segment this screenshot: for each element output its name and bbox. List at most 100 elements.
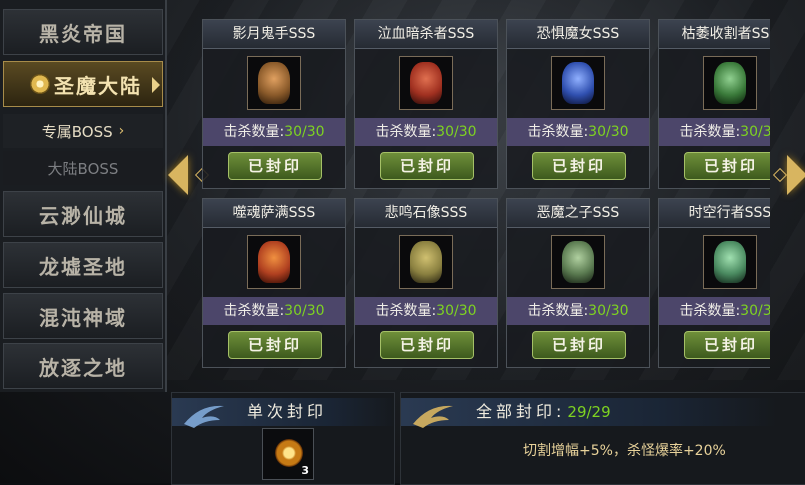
arrow-right-icon: [152, 77, 160, 93]
boss-portrait: [703, 56, 757, 110]
seal-bonus-text: 切割增幅+5%，杀怪爆率+20%: [523, 443, 726, 459]
kill-count-label: 击杀数量:: [679, 303, 741, 319]
sidebar-item-chaos-domain[interactable]: 混沌神域: [3, 293, 163, 339]
all-seal-panel: 全部封印: 29/29 切割增幅+5%，杀怪爆率+20%: [400, 392, 805, 485]
kill-count-label: 击杀数量:: [679, 124, 741, 140]
kill-count-value: 30/30: [588, 124, 629, 140]
boss-card[interactable]: 恐惧魔女SSS 击杀数量:30/30 已封印: [506, 19, 650, 189]
kill-count-value: 30/30: [740, 303, 770, 319]
kill-count-label: 击杀数量:: [527, 303, 589, 319]
kill-count-bar: 击杀数量:30/30: [659, 118, 770, 146]
kill-count-label: 击杀数量:: [223, 303, 285, 319]
subtab-label: 大陆BOSS: [47, 159, 119, 178]
kill-count-bar: 击杀数量:30/30: [203, 118, 345, 146]
boss-name: 恐惧魔女SSS: [507, 20, 649, 49]
swirl-emblem-icon: [184, 405, 224, 428]
kill-count-label: 击杀数量:: [375, 303, 437, 319]
boss-figure-icon: [714, 241, 746, 283]
boss-card[interactable]: 时空行者SSS 击杀数量:30/30 已封印: [658, 198, 770, 368]
seal-orb-icon: [275, 439, 303, 467]
single-seal-title: 单次封印: [172, 398, 397, 428]
kill-count-bar: 击杀数量:30/30: [203, 297, 345, 325]
kill-count-label: 击杀数量:: [527, 124, 589, 140]
sidebar-item-label: 圣魔大陆: [54, 73, 142, 98]
kill-count-value: 30/30: [740, 124, 770, 140]
boss-name: 枯萎收割者SSS: [659, 20, 770, 49]
sealed-button[interactable]: 已封印: [380, 152, 474, 180]
kill-count-value: 30/30: [284, 303, 325, 319]
boss-figure-icon: [714, 62, 746, 104]
item-quantity: 3: [301, 464, 309, 477]
boss-name: 噬魂萨满SSS: [203, 199, 345, 228]
kill-count-value: 30/30: [284, 124, 325, 140]
sealed-button[interactable]: 已封印: [228, 152, 322, 180]
chevron-right-icon: ›: [118, 123, 125, 139]
kill-count-bar: 击杀数量:30/30: [355, 297, 497, 325]
region-sidebar: 黑炎帝国 圣魔大陆 专属BOSS › 大陆BOSS 云渺仙城 龙墟圣地 混沌神域 …: [0, 0, 167, 392]
kill-count-label: 击杀数量:: [223, 124, 285, 140]
boss-card[interactable]: 恶魔之子SSS 击杀数量:30/30 已封印: [506, 198, 650, 368]
sidebar-item-shengmo-continent[interactable]: 圣魔大陆: [3, 61, 163, 107]
boss-card[interactable]: 影月鬼手SSS 击杀数量:30/30 已封印: [202, 19, 346, 189]
sealed-button[interactable]: 已封印: [532, 152, 626, 180]
single-seal-panel: 单次封印 3: [171, 392, 397, 485]
boss-figure-icon: [258, 62, 290, 104]
boss-portrait: [399, 56, 453, 110]
all-seal-title: 全部封印: 29/29: [401, 398, 776, 428]
sealed-button[interactable]: 已封印: [684, 152, 770, 180]
sidebar-item-yunmiao-city[interactable]: 云渺仙城: [3, 191, 163, 237]
sidebar-item-longxu-holyland[interactable]: 龙墟圣地: [3, 242, 163, 288]
kill-count-bar: 击杀数量:30/30: [355, 118, 497, 146]
boss-portrait: [247, 235, 301, 289]
kill-count-bar: 击杀数量:30/30: [507, 297, 649, 325]
subtab-continent-boss[interactable]: 大陆BOSS: [3, 151, 163, 185]
sidebar-item-label: 龙墟圣地: [39, 254, 127, 279]
boss-name: 悲鸣石像SSS: [355, 199, 497, 228]
boss-name: 泣血暗杀者SSS: [355, 20, 497, 49]
swirl-icon: [30, 74, 50, 94]
next-page-arrow-icon[interactable]: [787, 155, 805, 195]
boss-portrait: [551, 56, 605, 110]
boss-name: 影月鬼手SSS: [203, 20, 345, 49]
seal-item-slot[interactable]: 3: [262, 428, 314, 480]
sealed-button[interactable]: 已封印: [684, 331, 770, 359]
kill-count-label: 击杀数量:: [375, 124, 437, 140]
swirl-emblem-icon: [413, 405, 453, 428]
kill-count-value: 30/30: [588, 303, 629, 319]
boss-portrait: [551, 235, 605, 289]
boss-figure-icon: [562, 241, 594, 283]
boss-card[interactable]: 泣血暗杀者SSS 击杀数量:30/30 已封印: [354, 19, 498, 189]
sidebar-item-heiyan-empire[interactable]: 黑炎帝国: [3, 9, 163, 55]
boss-portrait: [247, 56, 301, 110]
sidebar-item-label: 放逐之地: [39, 355, 127, 380]
panel-title-text: 全部封印:: [476, 402, 566, 421]
panel-title-text: 单次封印: [247, 402, 328, 421]
boss-name: 恶魔之子SSS: [507, 199, 649, 228]
boss-card[interactable]: 悲鸣石像SSS 击杀数量:30/30 已封印: [354, 198, 498, 368]
boss-figure-icon: [410, 62, 442, 104]
sidebar-item-label: 黑炎帝国: [39, 21, 127, 46]
subtab-label: 专属BOSS: [41, 122, 113, 141]
sidebar-item-exile-land[interactable]: 放逐之地: [3, 343, 163, 389]
sealed-button[interactable]: 已封印: [532, 331, 626, 359]
kill-count-value: 30/30: [436, 303, 477, 319]
boss-portrait: [399, 235, 453, 289]
boss-figure-icon: [410, 241, 442, 283]
subtab-exclusive-boss[interactable]: 专属BOSS ›: [3, 114, 163, 148]
prev-page-arrow-icon[interactable]: [168, 155, 188, 195]
kill-count-bar: 击杀数量:30/30: [659, 297, 770, 325]
sidebar-item-label: 云渺仙城: [39, 203, 127, 228]
boss-portrait: [703, 235, 757, 289]
kill-count-bar: 击杀数量:30/30: [507, 118, 649, 146]
sidebar-item-label: 混沌神域: [39, 305, 127, 330]
kill-count-value: 30/30: [436, 124, 477, 140]
sealed-button[interactable]: 已封印: [228, 331, 322, 359]
all-seal-count: 29/29: [567, 403, 611, 421]
boss-card[interactable]: 枯萎收割者SSS 击杀数量:30/30 已封印: [658, 19, 770, 189]
boss-figure-icon: [258, 241, 290, 283]
boss-card[interactable]: 噬魂萨满SSS 击杀数量:30/30 已封印: [202, 198, 346, 368]
boss-figure-icon: [562, 62, 594, 104]
boss-card-grid: 影月鬼手SSS 击杀数量:30/30 已封印 泣血暗杀者SSS 击杀数量:30/…: [202, 19, 770, 371]
boss-name: 时空行者SSS: [659, 199, 770, 228]
sealed-button[interactable]: 已封印: [380, 331, 474, 359]
